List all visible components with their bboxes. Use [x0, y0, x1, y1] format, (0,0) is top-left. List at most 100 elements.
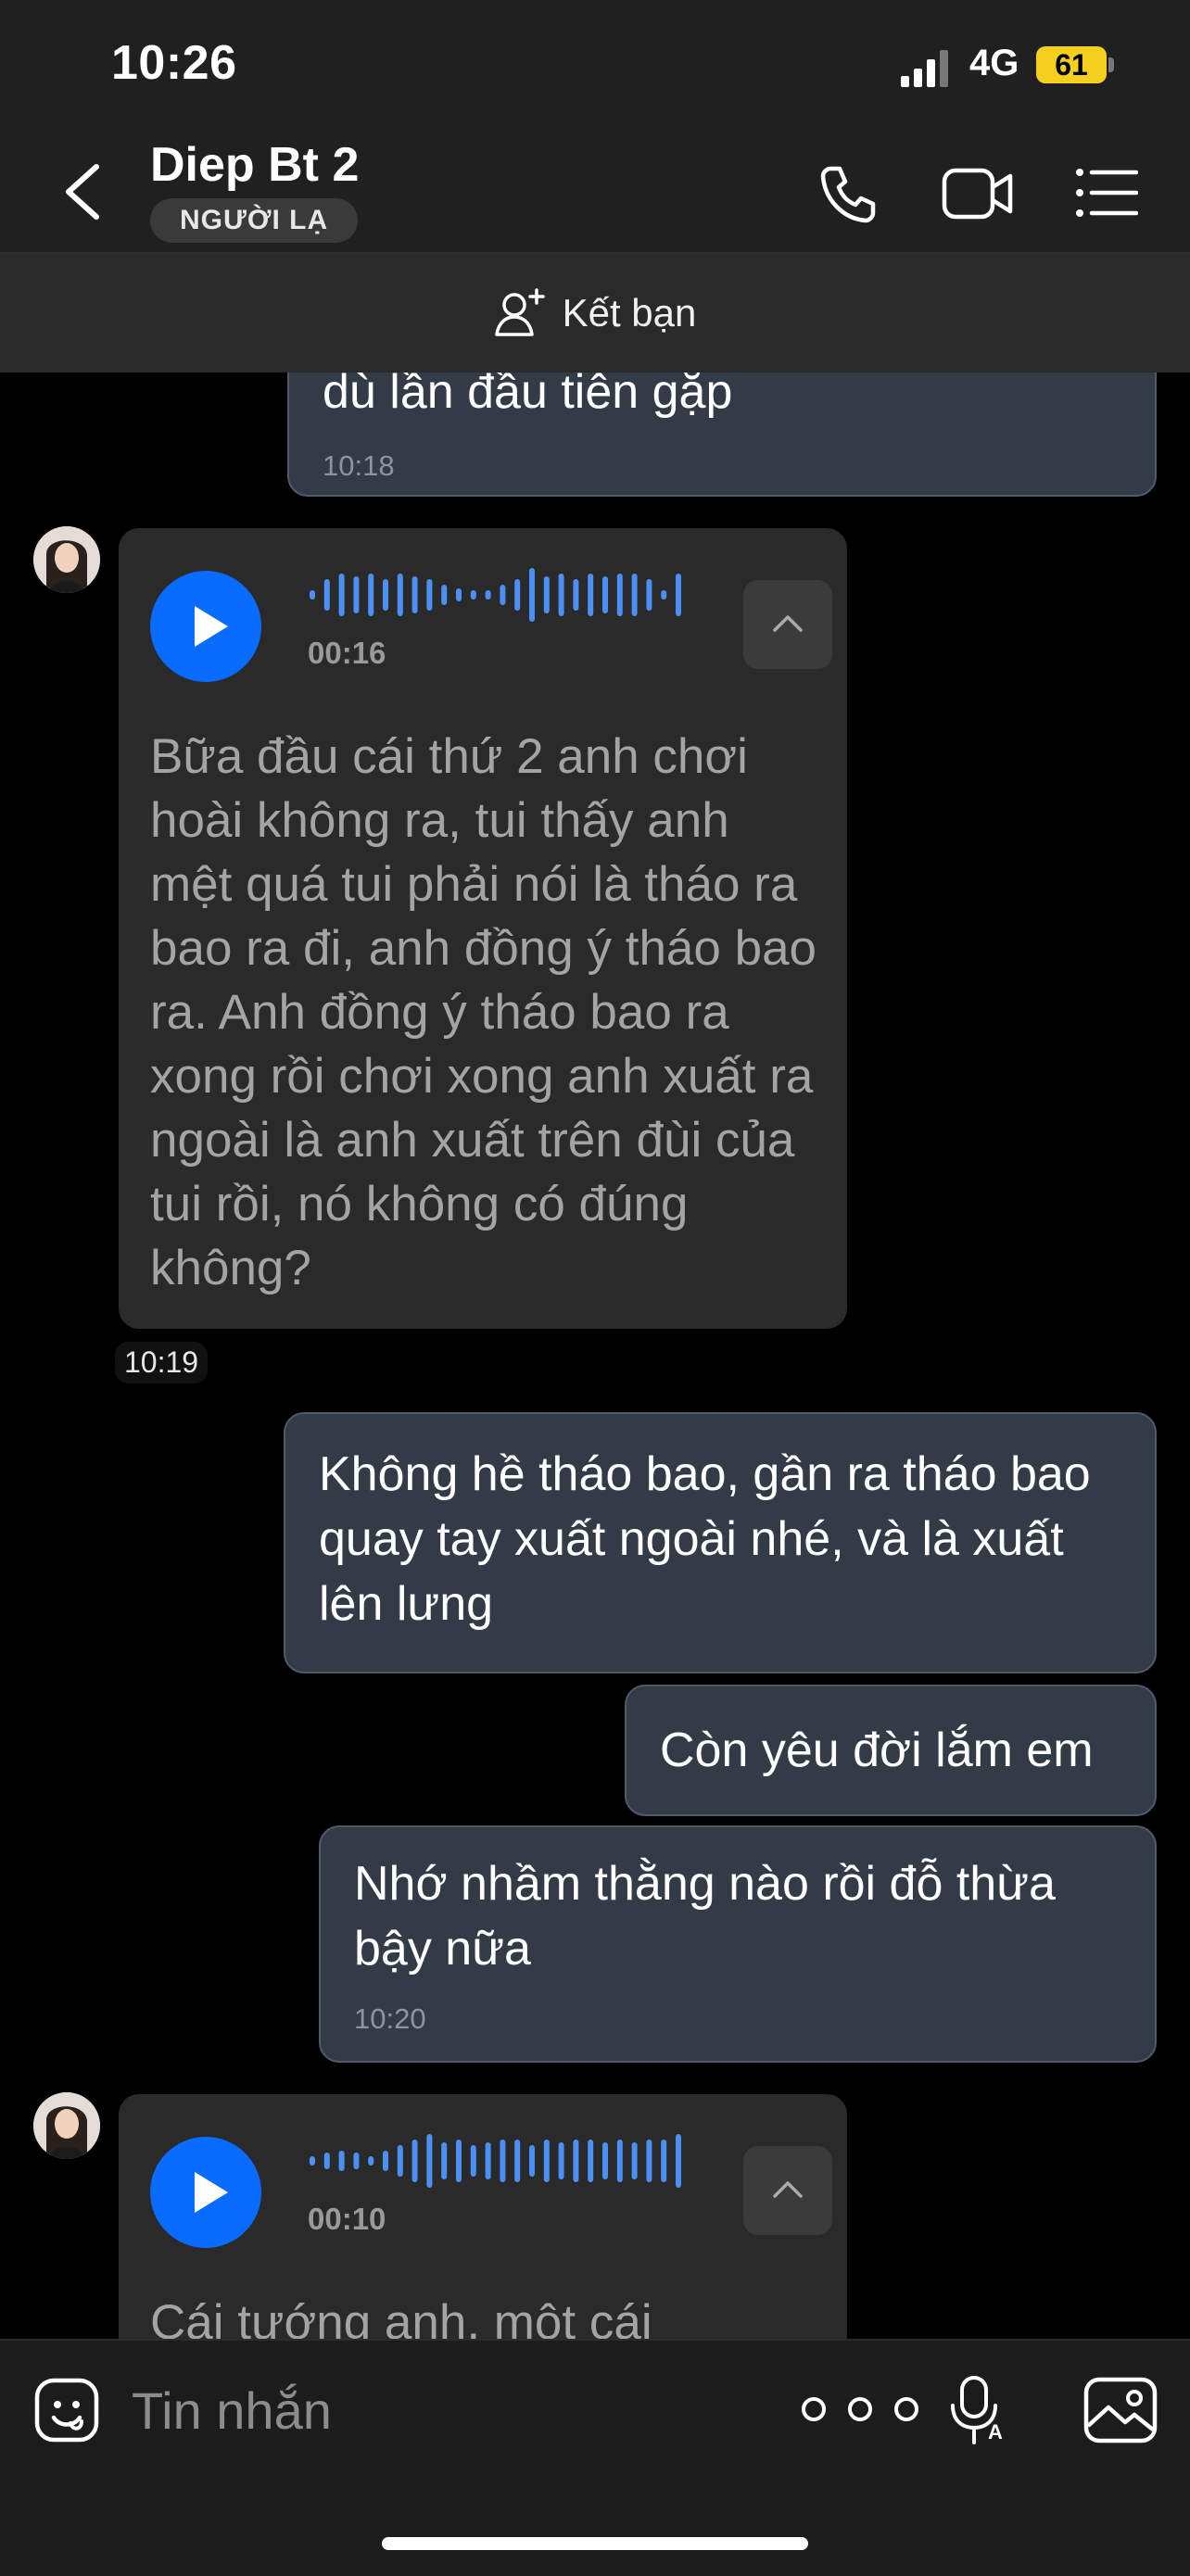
waveform-bar [456, 588, 462, 601]
waveform-bar [310, 2156, 315, 2166]
waveform-bar [514, 2140, 521, 2182]
waveform-bar [588, 2140, 594, 2182]
battery-indicator: 61 [1036, 46, 1107, 83]
voice-transcript: Cái tướng anh, một cái [150, 2295, 652, 2339]
message-time: 10:19 [115, 1342, 209, 1383]
waveform-bar [411, 2140, 418, 2182]
video-call-icon[interactable] [942, 165, 1014, 222]
waveform-bar [456, 2140, 462, 2182]
waveform-bar [588, 574, 594, 616]
battery-tip [1108, 57, 1114, 72]
back-icon[interactable] [56, 159, 111, 224]
message-text: dù lần đầu tiên gặp [323, 373, 733, 419]
voice-duration: 00:16 [308, 636, 386, 670]
waveform-bar [500, 2140, 506, 2182]
waveform-bar [543, 576, 550, 613]
waveform-bar [661, 2140, 667, 2182]
waveform-bar [397, 2145, 403, 2177]
voice-waveform [310, 568, 681, 622]
outgoing-message[interactable]: Còn yêu đời lắm em [625, 1685, 1157, 1816]
image-icon[interactable] [1082, 2376, 1158, 2444]
voice-transcript: Bữa đầu cái thứ 2 anh chơi hoài không ra… [150, 729, 817, 1295]
incoming-voice-message[interactable]: 00:10 Cái tướng anh, một cái [119, 2094, 847, 2339]
play-icon [195, 2172, 228, 2213]
play-icon [195, 606, 228, 647]
message-text: Nhớ nhầm thằng nào rồi đỗ thừa bậy nữa [354, 1857, 1056, 1976]
waveform-bar [661, 590, 667, 600]
voice-duration: 00:10 [308, 2202, 386, 2236]
waveform-bar [323, 579, 330, 611]
waveform-bar [573, 579, 579, 611]
waveform-bar [602, 2142, 608, 2179]
network-type: 4G [969, 43, 1019, 83]
waveform-bar [646, 579, 652, 611]
message-text: Không hề tháo bao, gần ra tháo bao quay … [319, 1447, 1091, 1631]
waveform-bar [368, 574, 374, 616]
waveform-bar [353, 2153, 360, 2169]
waveform-bar [383, 579, 388, 611]
waveform-bar [616, 2140, 623, 2182]
outgoing-message[interactable]: Không hề tháo bao, gần ra tháo bao quay … [284, 1412, 1157, 1673]
waveform-bar [368, 2156, 374, 2166]
more-icon[interactable] [799, 2394, 921, 2424]
avatar[interactable] [33, 2092, 100, 2159]
message-input[interactable] [130, 2372, 690, 2448]
waveform-bar [631, 2142, 638, 2179]
menu-icon[interactable] [1075, 167, 1138, 219]
waveform-bar [383, 2151, 388, 2171]
add-friend-label: Kết bạn [562, 291, 697, 335]
phone-icon[interactable] [817, 163, 879, 224]
waveform-bar [543, 2140, 550, 2182]
waveform-bar [470, 2145, 476, 2177]
waveform-bar [558, 2142, 564, 2179]
waveform-bar [500, 585, 506, 605]
waveform-bar [441, 2142, 448, 2179]
svg-text:A: A [988, 2420, 1003, 2443]
waveform-bar [485, 590, 491, 600]
message-text: Còn yêu đời lắm em [660, 1724, 1094, 1777]
add-friend-button[interactable]: Kết bạn [0, 254, 1190, 373]
voice-waveform [310, 2134, 681, 2188]
waveform-bar [470, 590, 476, 600]
waveform-bar [558, 574, 564, 616]
avatar[interactable] [33, 526, 100, 593]
signal-icon [901, 50, 948, 87]
message-time: 10:20 [354, 2002, 426, 2035]
chevron-up-icon [773, 615, 803, 632]
waveform-bar [411, 576, 418, 613]
waveform-bar [602, 576, 608, 613]
play-button[interactable] [150, 2137, 261, 2248]
message-time: 10:18 [323, 449, 395, 482]
collapse-transcript-button[interactable] [743, 2146, 832, 2235]
waveform-bar [323, 2153, 330, 2169]
waveform-bar [441, 585, 448, 605]
play-button[interactable] [150, 571, 261, 682]
outgoing-message[interactable]: dù lần đầu tiên gặp 10:18 [287, 373, 1157, 497]
waveform-bar [529, 568, 535, 622]
collapse-transcript-button[interactable] [743, 580, 832, 669]
contact-name[interactable]: Diep Bt 2 [150, 137, 359, 193]
waveform-bar [676, 574, 681, 616]
stranger-badge: NGƯỜI LẠ [150, 198, 359, 243]
waveform-bar [485, 2142, 491, 2179]
waveform-bar [676, 2134, 681, 2188]
message-list[interactable]: dù lần đầu tiên gặp 10:18 00:16 Bữa đầu … [0, 373, 1190, 2339]
waveform-bar [397, 574, 403, 616]
home-indicator [382, 2537, 808, 2550]
waveform-bar [616, 574, 623, 616]
outgoing-message[interactable]: Nhớ nhầm thằng nào rồi đỗ thừa bậy nữa 1… [319, 1825, 1157, 2063]
incoming-voice-message[interactable]: 00:16 Bữa đầu cái thứ 2 anh chơi hoài kh… [119, 528, 847, 1329]
waveform-bar [573, 2140, 579, 2182]
waveform-bar [338, 574, 345, 616]
waveform-bar [310, 590, 315, 600]
waveform-bar [338, 2151, 345, 2171]
waveform-bar [631, 574, 638, 616]
emoji-icon[interactable] [33, 2377, 100, 2443]
chevron-up-icon [773, 2181, 803, 2198]
waveform-bar [514, 579, 521, 611]
waveform-bar [353, 576, 360, 613]
waveform-bar [426, 579, 433, 611]
voice-to-text-icon[interactable]: A [945, 2374, 1006, 2448]
waveform-bar [646, 2140, 652, 2182]
status-time: 10:26 [111, 36, 237, 90]
